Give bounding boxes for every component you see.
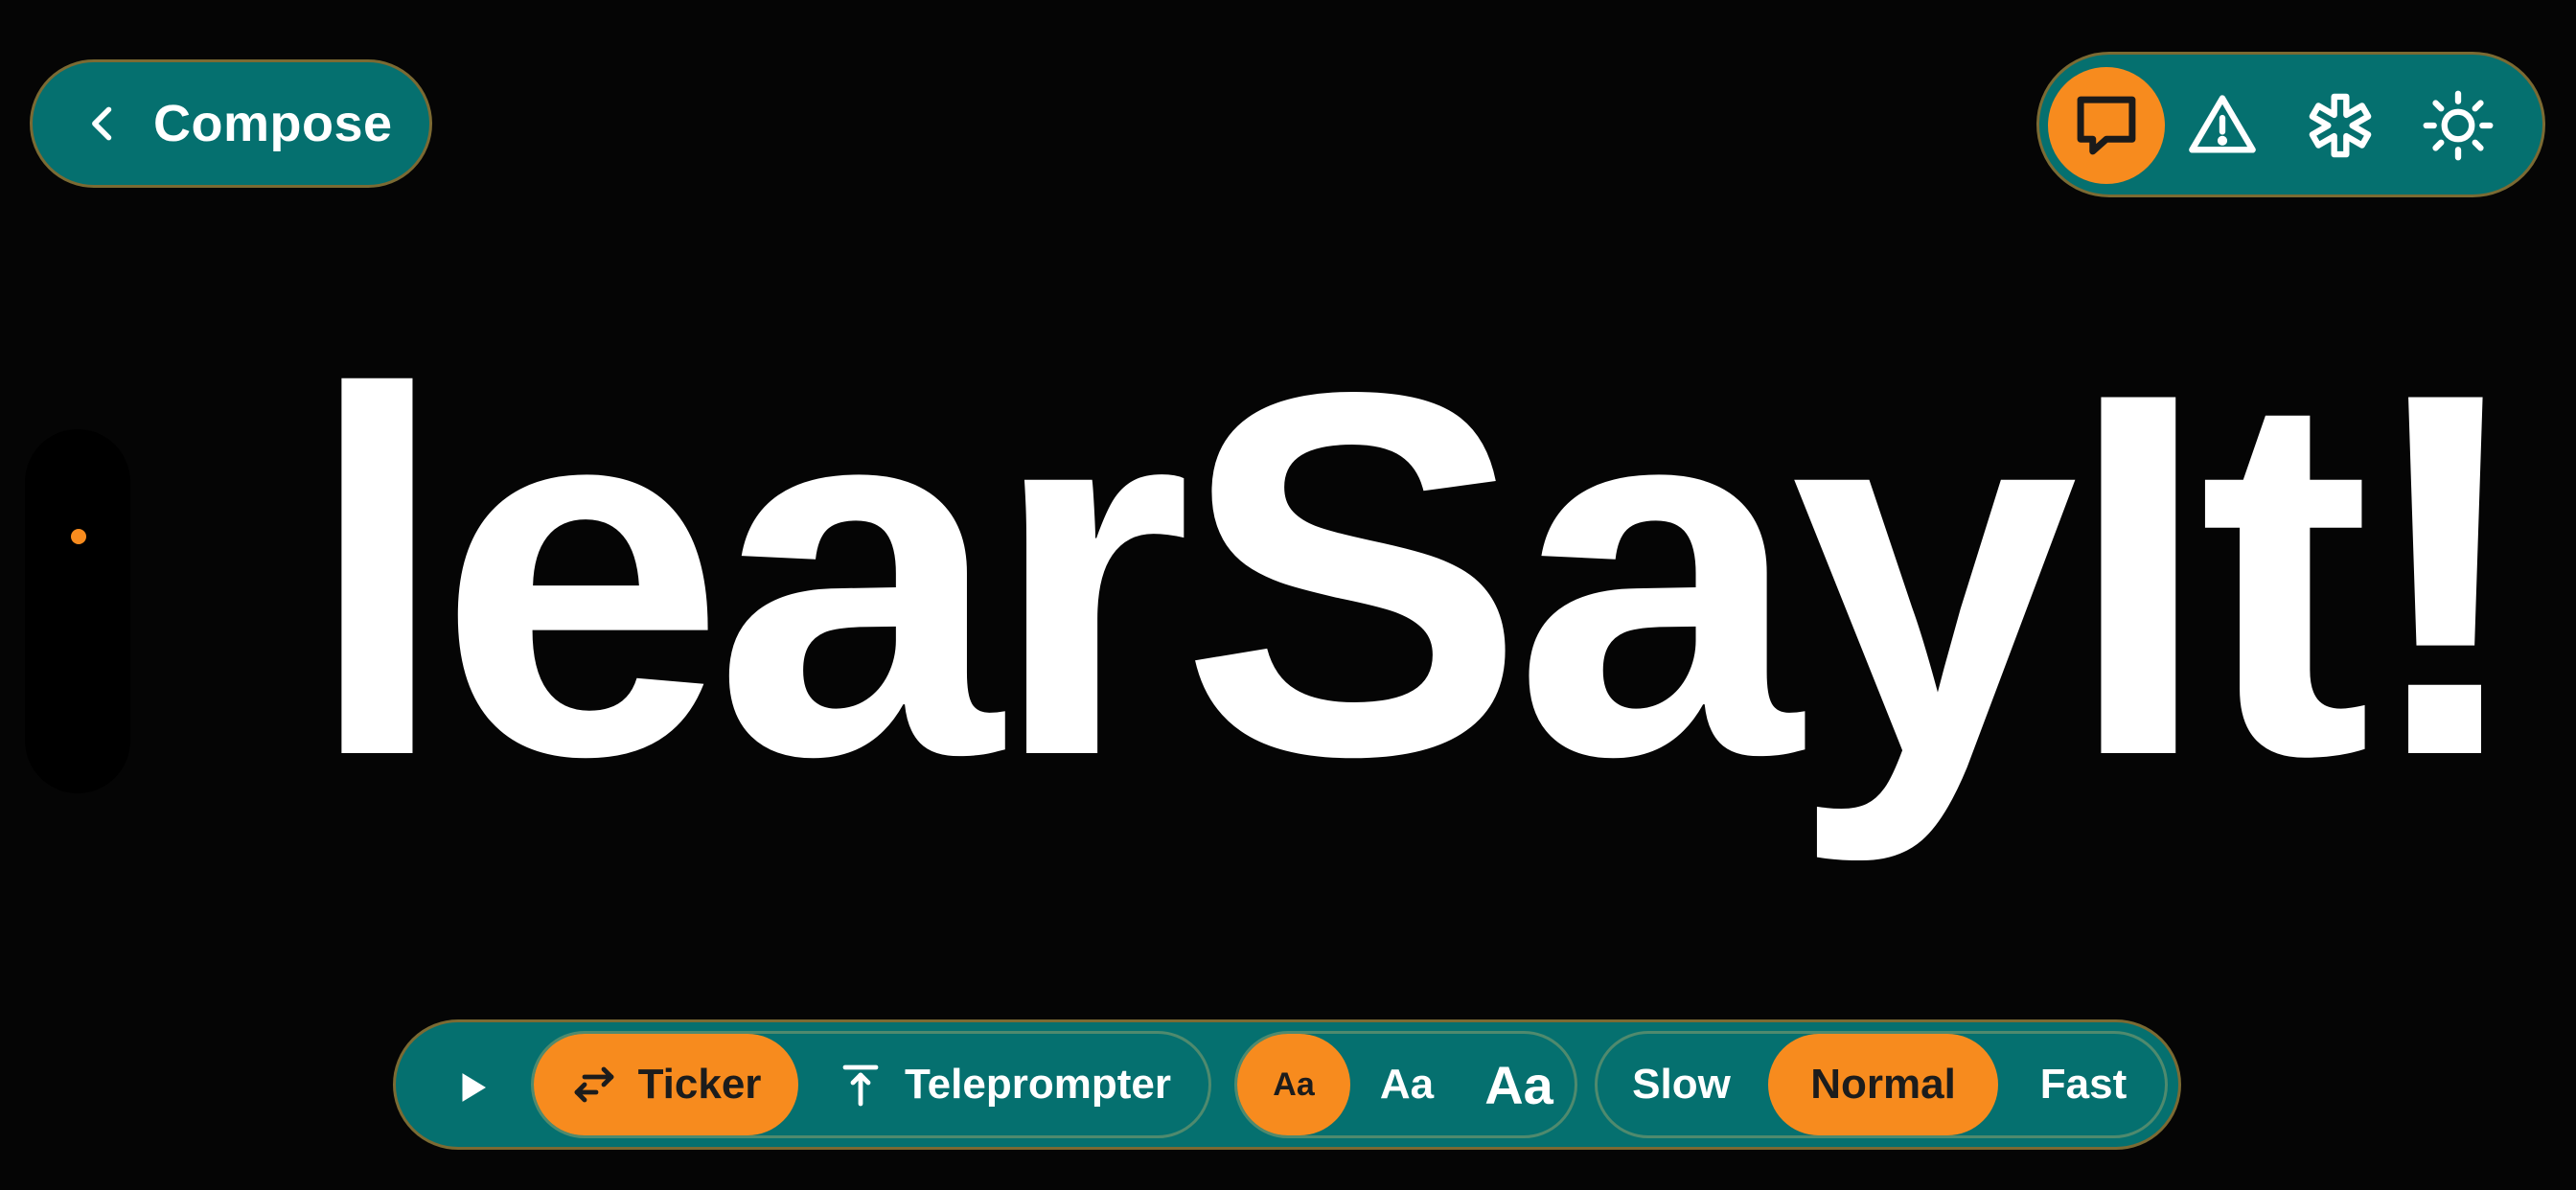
speed-fast-option[interactable]: Fast	[1998, 1034, 2169, 1135]
warning-mode-button[interactable]	[2164, 67, 2281, 184]
asterisk-icon	[2309, 93, 2372, 158]
scroll-caret	[25, 429, 130, 793]
font-size-large-label: Aa	[1484, 1054, 1553, 1115]
speed-slow-option[interactable]: Slow	[1598, 1034, 1765, 1135]
scroll-up-icon	[842, 1064, 879, 1107]
play-icon	[462, 1073, 486, 1102]
warning-triangle-icon	[2189, 95, 2256, 153]
font-size-medium-option[interactable]: Aa	[1350, 1034, 1463, 1135]
compose-label: Compose	[153, 95, 393, 152]
font-size-segment: Aa Aa Aa	[1234, 1031, 1577, 1138]
ticker-option[interactable]: Ticker	[534, 1034, 798, 1135]
teleprompter-option[interactable]: Teleprompter	[798, 1034, 1210, 1135]
font-size-medium-label: Aa	[1379, 1061, 1435, 1108]
layout-segment: Ticker Teleprompter	[531, 1031, 1211, 1138]
bottom-toolbar: Ticker Teleprompter Aa Aa Aa Slow Normal	[393, 1019, 2181, 1150]
swap-arrows-icon	[574, 1066, 613, 1103]
teleprompter-label: Teleprompter	[905, 1061, 1171, 1108]
speech-bubble-icon	[2077, 96, 2136, 155]
caret-indicator-dot	[71, 529, 86, 544]
speed-segment: Slow Normal Fast	[1595, 1031, 2168, 1138]
speed-normal-label: Normal	[1810, 1061, 1956, 1108]
message-mode-button[interactable]	[2048, 67, 2165, 184]
font-size-small-option[interactable]: Aa	[1237, 1034, 1350, 1135]
compose-back-button[interactable]: Compose	[30, 59, 432, 188]
ticker-label: Ticker	[637, 1061, 762, 1108]
mode-selector	[2036, 52, 2545, 197]
play-button[interactable]	[434, 1049, 511, 1126]
speed-slow-label: Slow	[1632, 1061, 1731, 1108]
speed-normal-option[interactable]: Normal	[1768, 1034, 1998, 1135]
brightness-mode-button[interactable]	[2400, 67, 2517, 184]
font-size-large-option[interactable]: Aa	[1460, 1034, 1578, 1135]
sun-icon	[2423, 90, 2494, 161]
speed-fast-label: Fast	[2039, 1061, 2128, 1108]
font-size-small-label: Aa	[1273, 1065, 1315, 1103]
medical-mode-button[interactable]	[2282, 67, 2399, 184]
chevron-left-icon	[92, 106, 112, 141]
ticker-display-text: learSayIt!	[305, 286, 2532, 863]
